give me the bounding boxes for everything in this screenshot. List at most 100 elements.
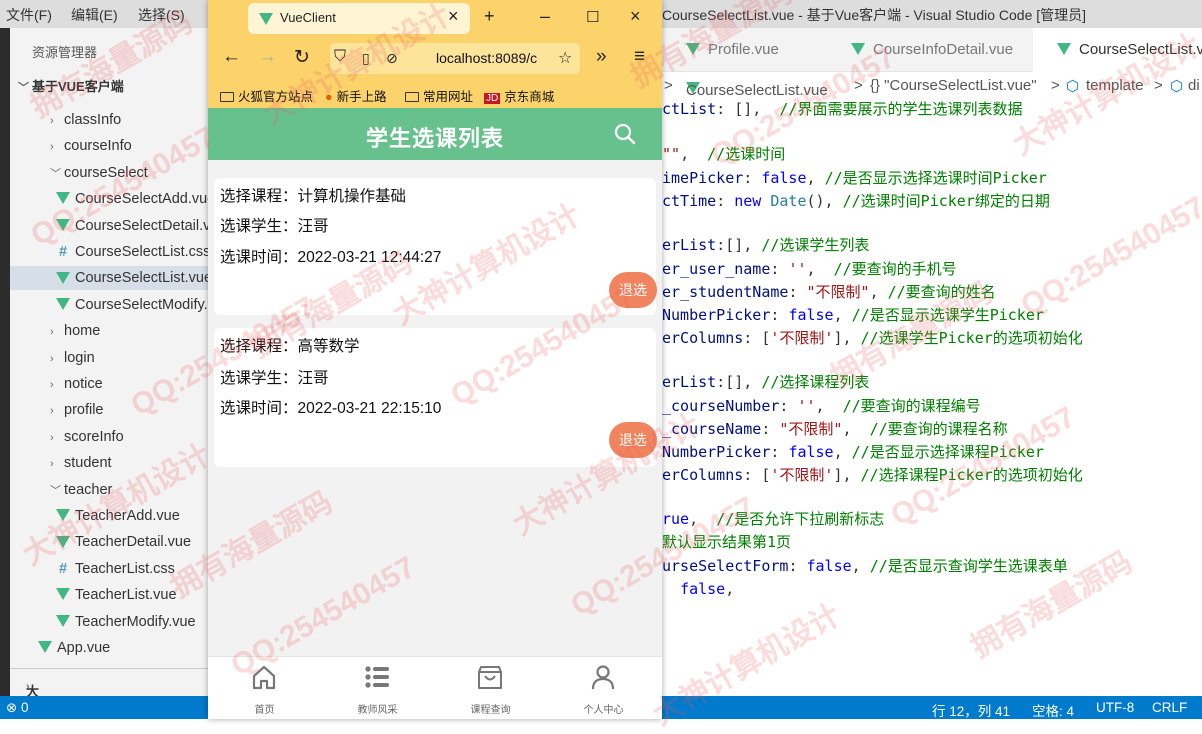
tree-item[interactable]: › scoreInfo [10,425,208,449]
browser-tab[interactable]: VueClient × [248,3,470,34]
menu-selection[interactable]: 选择(S) [138,5,185,25]
back-icon[interactable]: ← [222,46,241,68]
tree-item[interactable]: CourseSelectDetail.vue [10,214,227,238]
browser-toolbar: ← → ↻ ⛉ ▯ ⊘ localhost:8089/c ☆ » ≡ [208,36,662,80]
search-icon[interactable] [614,123,636,145]
shield-icon[interactable]: ⛉ [334,48,346,66]
menu-edit[interactable]: 编辑(E) [71,5,118,25]
bookmark-item[interactable]: 常用网址 [405,86,473,105]
bookmark-item[interactable]: ● 新手上路 [325,86,387,105]
tab-profile-label: 个人中心 [583,705,624,716]
minimize-icon[interactable]: – [540,6,550,27]
code-editor[interactable]: ctList: [], //界面需要展示的学生选课列表数据 "", //选课时间 i… [662,98,1202,696]
cursor-position[interactable]: 行 12，列 41 [932,700,1010,720]
tree-item[interactable]: › courseInfo [10,134,208,158]
tree-item[interactable]: CourseSelectList.vue [10,266,212,291]
code-line: _courseName: "不限制", //要查询的课程名称 [662,420,1008,438]
tree-item-label: TeacherModify.vue [75,613,196,630]
tab-profile[interactable]: Profile.vue [662,28,827,72]
chevron-right-icon: › [50,352,54,365]
tab-home[interactable]: 首页 [208,657,321,720]
code-line: erList:[], //选课学生列表 [662,236,870,254]
overflow-chevrons-icon[interactable]: » [596,46,607,68]
reload-icon[interactable]: ↻ [294,46,310,69]
bookmark-star-icon[interactable]: ☆ [558,48,572,68]
line-ending[interactable]: CRLF [1152,700,1187,715]
list-item[interactable]: 选择课程：高等数学 选课学生：汪哥 选课时间：2022-03-21 22:15:… [214,328,657,467]
tree-item[interactable]: › profile [10,398,208,422]
tab-teachers[interactable]: 教师风采 [321,657,434,720]
url-text[interactable]: localhost:8089/c [436,50,546,66]
outline-section[interactable]: ›大纲 [10,668,208,718]
chevron-down-icon: ﹀ [18,82,29,94]
maximize-icon[interactable]: ☐ [586,8,599,26]
tree-item-label: notice [64,376,103,392]
drop-course-button[interactable]: 退选 [609,272,657,308]
breadcrumb-div[interactable]: di [1188,77,1200,94]
menu-file[interactable]: 文件(F) [6,5,52,25]
tree-item[interactable]: › student [10,451,208,475]
css-file-icon: # [58,244,68,260]
chevron-right-icon: › [50,431,54,444]
tree-item[interactable]: TeacherModify.vue [10,610,208,634]
tree-item-label: home [64,323,101,340]
student-name: 选课学生：汪哥 [220,218,329,235]
tab-course-info-detail[interactable]: CourseInfoDetail.vue [827,28,1027,72]
url-bar[interactable]: ⛉ ▯ ⊘ localhost:8089/c ☆ [330,43,580,74]
tree-item-label: CourseSelectList.vue [75,270,213,287]
tree-item[interactable]: CourseSelectAdd.vue [10,187,215,211]
folder-icon [220,92,234,102]
code-line: NumberPicker: false, //是否显示选课学生Picker [662,306,1044,324]
tree-item[interactable]: TeacherDetail.vue [10,530,208,554]
code-line: er_studentName: "不限制", //要查询的姓名 [662,283,996,301]
tab-profile[interactable]: 个人中心 [547,657,660,720]
tree-item-label: login [64,349,95,366]
drop-course-button[interactable]: 退选 [609,422,657,458]
browser-tab-title: VueClient [280,10,336,25]
close-window-icon[interactable]: × [630,6,641,27]
encoding[interactable]: UTF-8 [1096,700,1134,715]
browser-window: VueClient × + – ☐ × ← → ↻ ⛉ ▯ ⊘ localhos… [208,0,662,719]
project-root[interactable]: ﹀ 基于VUE客户端 [18,76,124,95]
breadcrumb: > CourseSelectList.vue > {} "CourseSelec… [664,77,1200,99]
vue-file-icon [56,271,70,284]
chevron-right-icon: › [50,141,54,154]
tab-teachers-label: 教师风采 [357,705,398,716]
forward-icon[interactable]: → [258,46,277,68]
chevron-down-icon: ﹀ [50,167,61,180]
new-tab-icon[interactable]: + [484,6,495,27]
close-tab-icon[interactable]: × [448,6,459,27]
tree-item[interactable]: # TeacherList.css [10,557,208,581]
page-title: 学生选课列表 [365,126,504,151]
permissions-icon[interactable]: ⊘ [386,50,398,67]
list-item[interactable]: 选择课程：计算机操作基础 选课学生：汪哥 选课时间：2022-03-21 12:… [214,178,657,315]
tab-label: CourseSelectList.vue [1079,41,1202,58]
tree-item[interactable]: › login [10,346,208,370]
breadcrumb-object[interactable]: {} "CourseSelectList.vue" [870,77,1037,94]
explorer-sidebar: 资源管理器 ﹀ 基于VUE客户端 › classInfo › courseInfo ﹀ co… [10,28,231,696]
tree-item[interactable]: TeacherAdd.vue [10,504,208,528]
tree-item[interactable]: › notice [10,372,208,396]
tree-item[interactable]: ﹀ courseSelect [10,161,208,185]
tree-item[interactable]: › classInfo [10,108,208,132]
tab-course-query[interactable]: 课程查询 [434,657,547,720]
tree-item[interactable]: ﹀ teacher [10,478,208,502]
tree-item-label: classInfo [64,112,122,128]
tree-item[interactable]: # CourseSelectList.css [10,240,210,264]
bookmark-item[interactable]: JD 京东商城 [484,86,554,105]
tab-home-label: 首页 [254,705,275,716]
tree-item[interactable]: › home [10,319,208,343]
problems-indicator[interactable]: ⊗ 0 [6,700,29,716]
tab-course-select-list[interactable]: CourseSelectList.vue [1033,28,1202,72]
tree-item[interactable]: CourseSelectModify.vue [10,293,231,317]
tree-item[interactable]: TeacherList.vue [10,583,208,607]
tree-item[interactable]: App.vue [10,636,208,660]
select-time: 选课时间：2022-03-21 12:44:27 [220,249,442,266]
student-name: 选课学生：汪哥 [220,370,329,387]
bookmark-item[interactable]: 火狐官方站点 [220,86,313,105]
css-file-icon: # [58,560,68,577]
breadcrumb-template[interactable]: template [1086,77,1144,94]
indentation[interactable]: 空格: 4 [1032,700,1074,720]
hamburger-menu-icon[interactable]: ≡ [634,46,645,68]
activity-bar [0,28,10,696]
